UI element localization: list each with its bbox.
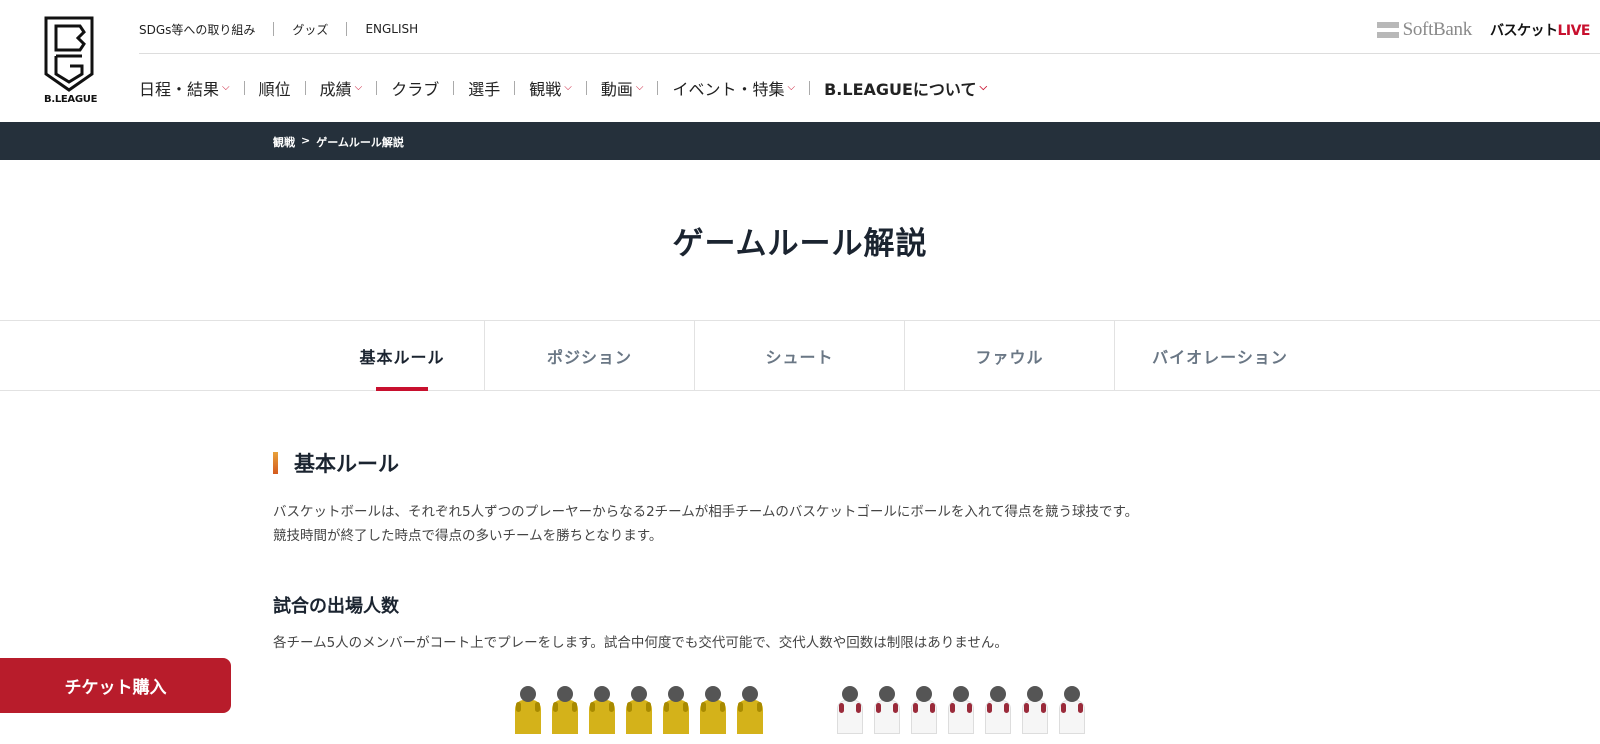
intro-line-2: 競技時間が終了した時点で得点の多いチームを勝ちとなります。 — [273, 528, 663, 544]
subsection-title: 試合の出場人数 — [273, 596, 399, 617]
tab-positions[interactable]: ポジション — [485, 321, 694, 390]
nav-divider — [514, 81, 516, 95]
nav-label: 動画 — [600, 80, 633, 99]
player-icon — [736, 686, 764, 734]
player-icon — [910, 686, 938, 734]
util-divider — [273, 22, 275, 36]
ticket-purchase-button[interactable]: チケット購入 — [0, 658, 231, 713]
nav-item-about[interactable]: B.LEAGUEについて ⌵ — [824, 76, 987, 100]
softbank-link[interactable]: SoftBank — [1403, 19, 1473, 41]
breadcrumb-separator: > — [301, 134, 311, 147]
nav-item-watch[interactable]: 観戦 ⌵ — [529, 76, 572, 100]
nav-label: 選手 — [468, 80, 501, 99]
nav-divider — [453, 81, 455, 95]
chevron-down-icon: ⌵ — [354, 81, 363, 93]
player-icon — [514, 686, 542, 734]
bleague-logo-icon — [44, 16, 94, 92]
bleague-logo[interactable]: B.LEAGUE — [44, 16, 98, 108]
tab-shoot[interactable]: シュート — [695, 321, 904, 390]
player-icon — [588, 686, 616, 734]
player-icon — [1021, 686, 1049, 734]
nav-label: 順位 — [258, 80, 291, 99]
nav-item-players[interactable]: 選手 — [468, 76, 500, 100]
nav-item-video[interactable]: 動画 ⌵ — [601, 76, 644, 100]
breadcrumb-bar: 観戦 > ゲームルール解説 — [0, 122, 1600, 160]
player-icon — [625, 686, 653, 734]
team-a-players — [514, 686, 764, 734]
logo-text: B.LEAGUE — [44, 94, 98, 105]
main-nav: 日程・結果 ⌵ 順位 成績 ⌵ クラブ 選手 観戦 ⌵ 動画 ⌵ イベント・特集 ⌵ B.… — [139, 76, 987, 100]
util-link-goods[interactable]: グッズ — [292, 21, 328, 38]
section-title-text: 基本ルール — [294, 452, 399, 476]
nav-divider — [585, 81, 587, 95]
nav-item-stats[interactable]: 成績 ⌵ — [320, 76, 363, 100]
nav-label: 成績 — [319, 80, 352, 99]
nav-divider — [376, 81, 378, 95]
basket-live-link[interactable]: バスケットLIVE — [1489, 20, 1591, 40]
basket-live-prefix: バスケット — [1489, 23, 1558, 39]
sponsor-links: SoftBank バスケットLIVE — [1376, 18, 1591, 42]
util-divider — [346, 22, 348, 36]
player-icon — [947, 686, 975, 734]
breadcrumb-current: ゲームルール解説 — [316, 136, 404, 149]
nav-label: イベント・特集 — [672, 80, 785, 99]
chevron-down-icon: ⌵ — [222, 81, 230, 93]
breadcrumb-parent-link[interactable]: 観戦 — [273, 134, 295, 150]
site-header: B.LEAGUE SDGs等への取り組み グッズ ENGLISH SoftBan… — [0, 0, 1600, 122]
tab-basic-rules[interactable]: 基本ルール — [320, 321, 484, 391]
nav-item-events[interactable]: イベント・特集 ⌵ — [672, 76, 795, 100]
rule-tabs: 基本ルール ポジション シュート ファウル バイオレーション — [0, 320, 1600, 391]
nav-label: 観戦 — [529, 80, 562, 99]
chevron-down-icon: ⌵ — [979, 81, 988, 93]
nav-item-schedule[interactable]: 日程・結果 ⌵ — [139, 76, 230, 100]
chevron-down-icon: ⌵ — [787, 81, 796, 93]
nav-divider — [809, 81, 811, 95]
softbank-mark-icon — [1376, 22, 1399, 38]
nav-label: B.LEAGUEについて — [824, 80, 977, 99]
nav-item-clubs[interactable]: クラブ — [391, 76, 439, 100]
chevron-down-icon: ⌵ — [635, 81, 644, 93]
player-icon — [873, 686, 901, 734]
team-b-players — [836, 686, 1086, 734]
basket-live-suffix: LIVE — [1557, 23, 1590, 39]
player-icon — [699, 686, 727, 734]
player-icon — [551, 686, 579, 734]
tab-fouls[interactable]: ファウル — [905, 321, 1114, 390]
player-icon — [1058, 686, 1086, 734]
util-link-english[interactable]: ENGLISH — [365, 22, 418, 36]
nav-divider — [657, 81, 659, 95]
nav-item-standings[interactable]: 順位 — [259, 76, 291, 100]
intro-line-1: バスケットボールは、それぞれ5人ずつのプレーヤーからなる2チームが相手チームのバ… — [273, 504, 1139, 520]
nav-label: クラブ — [391, 80, 440, 99]
tab-label: シュート — [765, 347, 834, 367]
tab-label: ポジション — [546, 347, 632, 367]
player-icon — [662, 686, 690, 734]
player-icon — [984, 686, 1012, 734]
tab-label: バイオレーション — [1152, 347, 1288, 367]
ticket-label: チケット購入 — [64, 678, 167, 698]
tab-violations[interactable]: バイオレーション — [1115, 321, 1325, 390]
utility-nav: SDGs等への取り組み グッズ ENGLISH — [139, 20, 418, 38]
header-divider — [139, 53, 1600, 54]
section-accent-bar — [273, 452, 278, 474]
chevron-down-icon: ⌵ — [564, 81, 572, 93]
nav-label: 日程・結果 — [139, 80, 220, 99]
tab-label: ファウル — [975, 347, 1044, 367]
player-icon — [836, 686, 864, 734]
subsection-text: 各チーム5人のメンバーがコート上でプレーをします。試合中何度でも交代可能で、交代… — [273, 635, 1008, 651]
breadcrumb: 観戦 > ゲームルール解説 — [273, 134, 404, 150]
util-link-sdgs[interactable]: SDGs等への取り組み — [139, 21, 255, 38]
nav-divider — [243, 81, 245, 95]
page-title: ゲームルール解説 — [672, 226, 928, 262]
tab-label: 基本ルール — [359, 347, 445, 367]
section-title: 基本ルール — [273, 448, 399, 478]
nav-divider — [304, 81, 306, 95]
